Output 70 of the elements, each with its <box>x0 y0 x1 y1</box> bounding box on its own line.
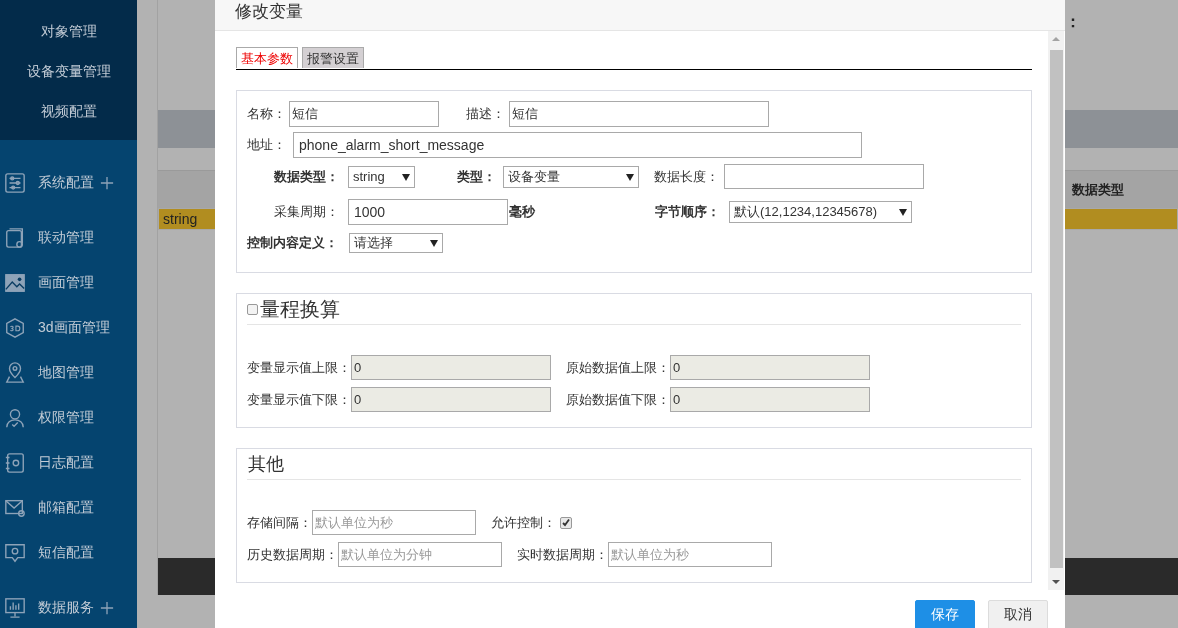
field-label: 描述： <box>466 105 506 123</box>
description-field[interactable]: 短信 <box>509 101 769 127</box>
field-label: 类型： <box>457 167 497 186</box>
menu-item-label[interactable]: 联动管理 <box>38 228 94 247</box>
submenu-item[interactable]: 对象管理 <box>0 21 137 61</box>
scroll-up-icon[interactable] <box>1052 35 1060 43</box>
gear-screen-icon <box>4 541 26 564</box>
menu-item-label[interactable]: 3d画面管理 <box>38 318 110 337</box>
field-label: 历史数据周期： <box>247 545 338 564</box>
field-label: 原始数据值下限： <box>566 390 670 409</box>
linked-card-icon <box>4 226 26 249</box>
period-field[interactable]: 1000 <box>348 199 508 225</box>
3d-hexagon-icon <box>4 316 26 339</box>
menu-item-label[interactable]: 邮箱配置 <box>38 498 94 517</box>
caret-icon <box>626 172 634 181</box>
sliders-icon <box>4 171 26 194</box>
address-field[interactable]: phone_alarm_short_message <box>293 132 862 158</box>
caret-icon <box>402 172 410 181</box>
field-label: 变量显示值上限： <box>247 358 351 377</box>
byte-order-select[interactable]: 默认(12,1234,12345678) <box>729 201 912 223</box>
caret-icon <box>430 239 438 247</box>
name-field[interactable]: 短信 <box>289 101 439 127</box>
field-label: 地址： <box>247 136 287 154</box>
type-select[interactable]: 设备变量 <box>503 165 639 188</box>
submenu-item[interactable]: 视频配置 <box>0 101 137 141</box>
submenu-item[interactable]: 设备变量管理 <box>0 61 137 101</box>
menu-item-label[interactable]: 地图管理 <box>38 363 94 382</box>
field-label: 存储间隔： <box>247 513 312 532</box>
field-label: 采集周期： <box>274 203 340 221</box>
image-icon <box>4 271 26 294</box>
menu-item-label[interactable]: 画面管理 <box>38 273 94 292</box>
checkbox[interactable] <box>560 516 572 529</box>
field-label: 原始数据值上限： <box>566 358 670 377</box>
input-field[interactable]: 默认单位为秒 <box>608 542 772 567</box>
section-title: 量程换算 <box>260 296 340 322</box>
gear-notebook-icon <box>4 451 26 474</box>
menu-item-label[interactable]: 系统配置 <box>38 173 94 192</box>
field-label: 变量显示值下限： <box>247 390 351 409</box>
menu-item-label[interactable]: 权限管理 <box>38 408 94 427</box>
tab[interactable]: 报警设置 <box>302 47 364 68</box>
dialog-button[interactable]: 取消 <box>988 600 1048 628</box>
unit-label: 毫秒 <box>509 203 536 221</box>
input-field[interactable]: 默认单位为分钟 <box>338 542 502 567</box>
heading-fragment: ： <box>1065 12 1082 32</box>
menu-item-label[interactable]: 数据服务 <box>38 598 94 617</box>
data-length-field[interactable] <box>724 164 924 189</box>
data-type-select[interactable]: string <box>348 165 415 188</box>
control-definition-select[interactable]: 请选择 <box>349 233 443 253</box>
bar-chart-icon <box>4 596 26 619</box>
tab[interactable]: 基本参数 <box>236 47 298 68</box>
dialog-title: 修改变量 <box>235 1 303 23</box>
input-field[interactable]: 默认单位为秒 <box>312 510 476 535</box>
plus-icon[interactable] <box>100 600 114 615</box>
plus-icon[interactable] <box>100 175 114 190</box>
user-check-icon <box>4 406 26 429</box>
field-label: 数据类型： <box>274 167 340 186</box>
field-label: 数据长度： <box>654 167 720 186</box>
field-label: 控制内容定义： <box>247 234 339 252</box>
field-label: 字节顺序： <box>655 203 721 221</box>
column-header: 数据类型 <box>1072 180 1125 199</box>
field-label: 实时数据周期： <box>517 545 608 564</box>
section-title: 其他 <box>248 453 284 476</box>
scrollbar[interactable] <box>1048 31 1064 590</box>
menu-item-label[interactable]: 短信配置 <box>38 543 94 562</box>
scroll-down-icon[interactable] <box>1052 578 1060 586</box>
field-label: 允许控制： <box>491 513 556 532</box>
checkbox[interactable] <box>247 303 258 315</box>
field-label: 名称： <box>247 105 287 123</box>
map-pin-icon <box>4 361 26 384</box>
menu-item-label[interactable]: 日志配置 <box>38 453 94 472</box>
